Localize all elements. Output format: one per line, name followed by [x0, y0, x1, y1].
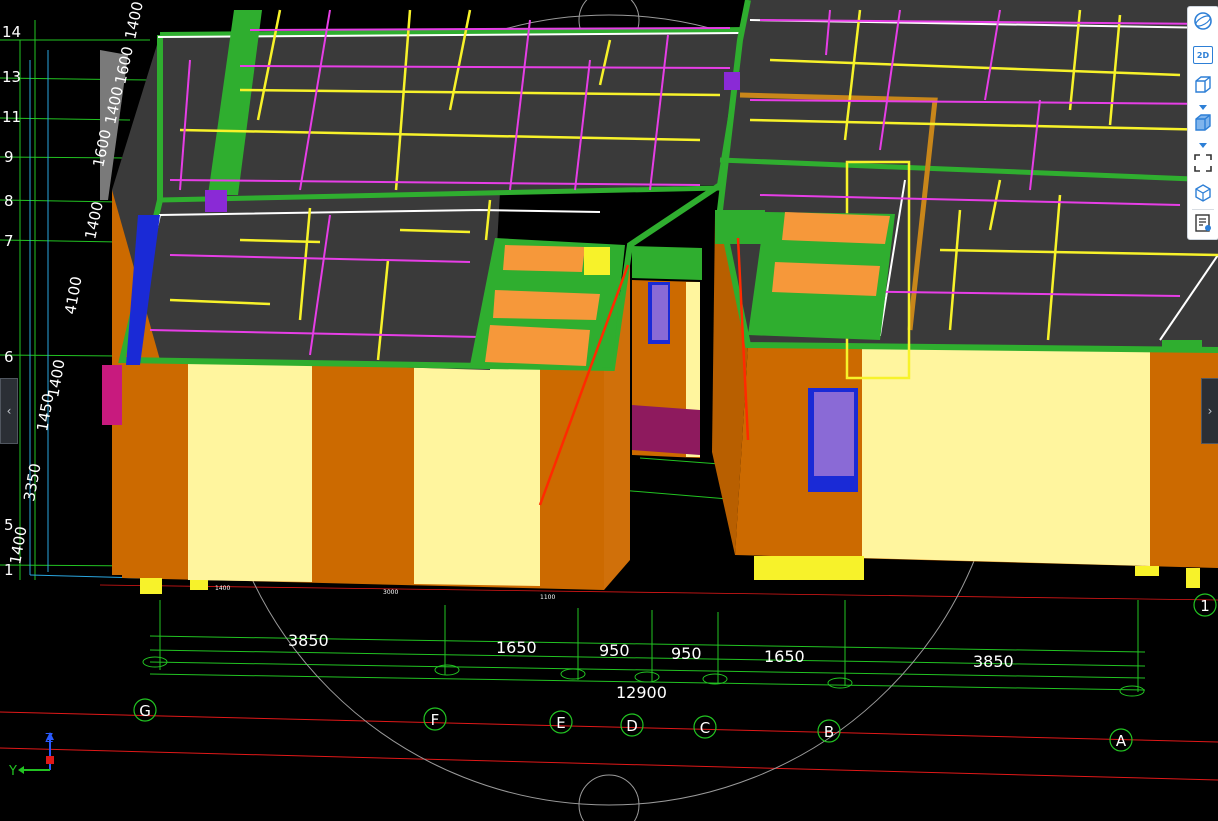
- stair-flight: [485, 325, 590, 366]
- beam-end: [1162, 340, 1202, 352]
- grid-bubble-label: C: [700, 719, 710, 737]
- left-dimension: 1400: [121, 0, 147, 41]
- row-label: 14: [2, 23, 21, 41]
- core-window-glass: [652, 285, 668, 340]
- orbit-button[interactable]: [1191, 11, 1215, 35]
- right-panel-toggle[interactable]: ›: [1201, 378, 1218, 444]
- grid-bubble-label: 1: [1200, 597, 1210, 615]
- row-label: 13: [2, 68, 21, 86]
- grid-bubble-label: E: [556, 714, 565, 732]
- grid-bubble-label: D: [626, 717, 638, 735]
- left-panel-toggle[interactable]: ‹: [0, 378, 18, 444]
- view-2d-button[interactable]: 2D: [1191, 43, 1215, 67]
- orbit-handle-bottom[interactable]: [578, 774, 640, 821]
- small-dimension: 1400: [215, 585, 230, 592]
- bay-dimension: 3850: [288, 631, 329, 650]
- cube-view-icon: [1193, 183, 1213, 207]
- grid-bubbles: [133, 593, 1217, 752]
- core-cap: [632, 246, 702, 280]
- chevron-left-icon: ‹: [6, 404, 12, 418]
- footing: [1186, 568, 1200, 588]
- bay-dimension: 1650: [496, 638, 537, 657]
- left-wall-panel: [188, 362, 312, 582]
- stair-flight: [493, 290, 600, 320]
- bay-dimension: 1650: [764, 647, 805, 666]
- properties-icon: [1193, 213, 1213, 237]
- shading-dropdown[interactable]: [1191, 137, 1215, 149]
- right-window-glass: [814, 392, 854, 476]
- stair-flight: [782, 212, 890, 244]
- view-cube-button[interactable]: [1191, 183, 1215, 207]
- properties-button[interactable]: [1191, 213, 1215, 237]
- left-dimension: 3350: [20, 462, 44, 503]
- grid-bubble-label: G: [139, 702, 151, 720]
- bay-dimension: 3850: [973, 652, 1014, 671]
- row-label: 9: [4, 148, 14, 166]
- triad-z-label: Z: [45, 731, 53, 745]
- view-2d-label: 2D: [1196, 50, 1210, 60]
- footing: [1135, 566, 1159, 576]
- column-head: [724, 72, 740, 90]
- grid-bubble-label: F: [431, 711, 440, 729]
- left-dimension: 1400: [81, 200, 107, 241]
- left-dimension: 4100: [61, 275, 85, 316]
- stair-flight: [772, 262, 880, 296]
- orbit-icon: [1193, 11, 1213, 35]
- model-canvas[interactable]: 14 13 11 9 8 7 6 5 1 1400 1600 1400 1600…: [0, 0, 1218, 821]
- left-dimension: 1450: [33, 392, 57, 433]
- toolbar-divider: [1192, 209, 1214, 210]
- grid-bubble-label: B: [824, 723, 834, 741]
- core-cap: [715, 210, 765, 244]
- stair-flight: [503, 245, 585, 272]
- row-label: 7: [4, 232, 14, 250]
- bay-dimension: 950: [671, 644, 702, 663]
- grid-bubble-label: A: [1116, 732, 1127, 750]
- model-viewport[interactable]: 14 13 11 9 8 7 6 5 1 1400 1600 1400 1600…: [0, 0, 1218, 821]
- chevron-down-icon: [1199, 96, 1207, 115]
- fit-view-button[interactable]: [1191, 153, 1215, 177]
- footing: [190, 580, 208, 590]
- view-mode-dropdown[interactable]: [1191, 99, 1215, 111]
- ground-axis-line: [99, 584, 1218, 601]
- base-slab: [102, 365, 122, 425]
- view-toolbar: 2D: [1187, 6, 1218, 240]
- chevron-right-icon: ›: [1207, 404, 1213, 418]
- view-2d-icon: 2D: [1193, 46, 1213, 64]
- row-label: 8: [4, 192, 14, 210]
- core-floor: [632, 405, 700, 455]
- row-label: 11: [2, 108, 21, 126]
- fit-view-icon: [1193, 153, 1213, 177]
- entry-step: [754, 556, 864, 580]
- footing: [140, 578, 162, 594]
- left-wall-panel: [414, 366, 540, 586]
- column-head: [205, 190, 227, 212]
- small-dimension: 1100: [540, 594, 555, 601]
- row-label: 6: [4, 348, 14, 366]
- bay-dimension: 950: [599, 641, 630, 660]
- ground-axis-line: [0, 711, 1218, 743]
- stair-landing: [584, 247, 610, 275]
- total-dimension: 12900: [616, 683, 667, 702]
- right-wall-panel: [862, 347, 1150, 566]
- small-dimension: 3000: [383, 589, 398, 596]
- triad-y-label: Y: [8, 764, 17, 779]
- chevron-down-icon: [1199, 134, 1207, 153]
